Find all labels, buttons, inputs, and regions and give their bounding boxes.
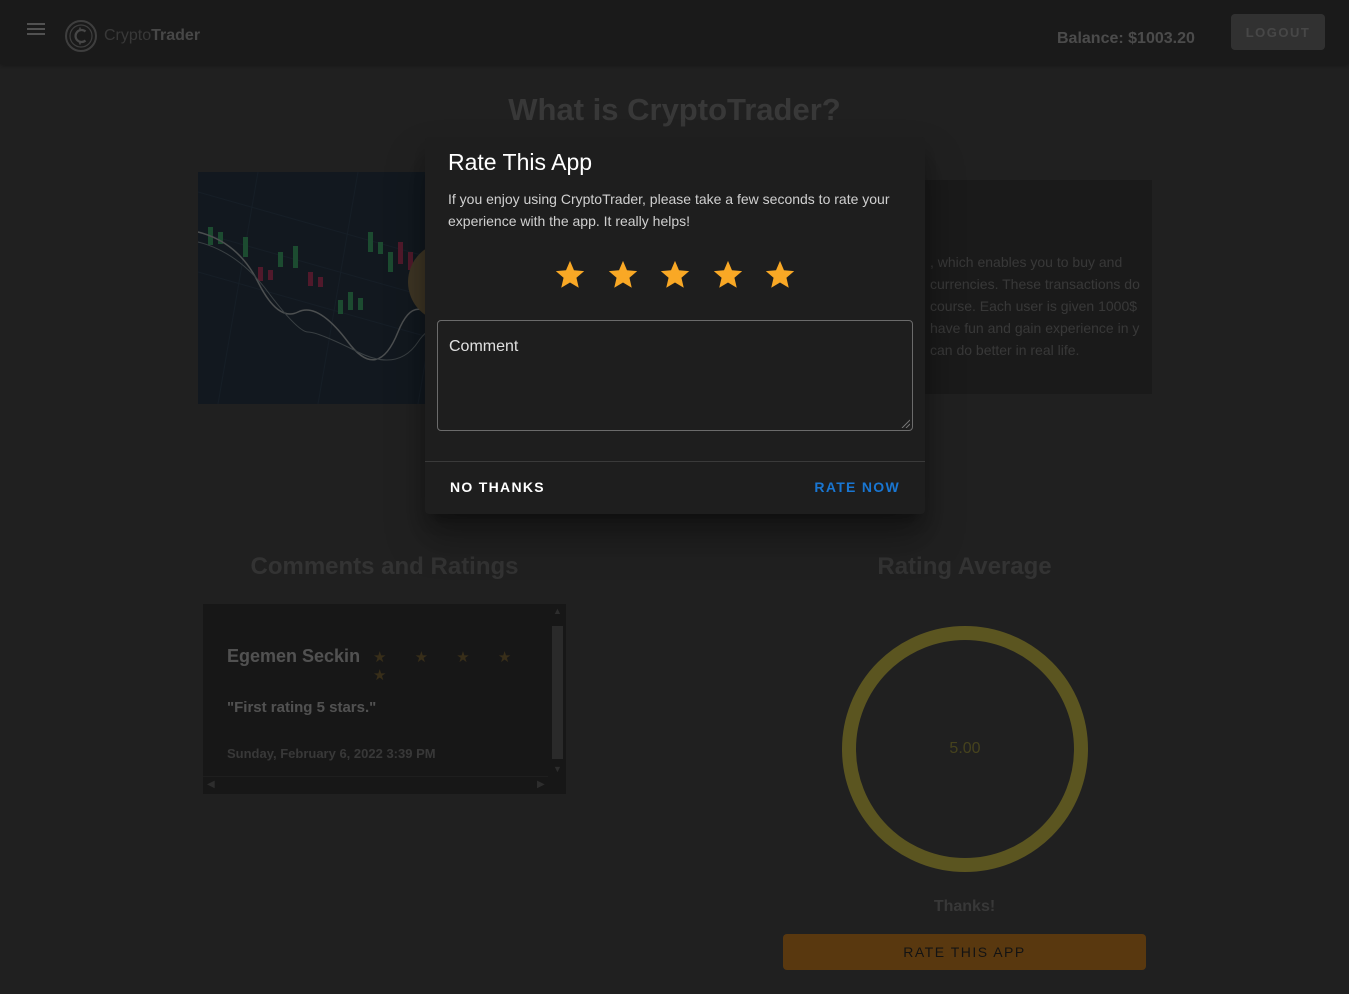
resize-grip-icon[interactable] xyxy=(900,418,910,428)
dialog-divider xyxy=(425,461,925,462)
comment-textarea[interactable]: Comment xyxy=(437,320,913,431)
rate-dialog: Rate This App If you enjoy using CryptoT… xyxy=(425,137,925,514)
star-2-icon[interactable] xyxy=(603,255,643,295)
dialog-title: Rate This App xyxy=(448,149,593,175)
star-3-icon[interactable] xyxy=(655,255,695,295)
star-rating[interactable] xyxy=(550,255,800,295)
rate-now-button[interactable]: RATE NOW xyxy=(804,474,910,500)
star-5-icon[interactable] xyxy=(760,255,800,295)
star-1-icon[interactable] xyxy=(550,255,590,295)
dialog-text: If you enjoy using CryptoTrader, please … xyxy=(448,191,890,229)
comment-label: Comment xyxy=(449,338,519,355)
star-4-icon[interactable] xyxy=(708,255,748,295)
no-thanks-button[interactable]: NO THANKS xyxy=(440,474,555,500)
